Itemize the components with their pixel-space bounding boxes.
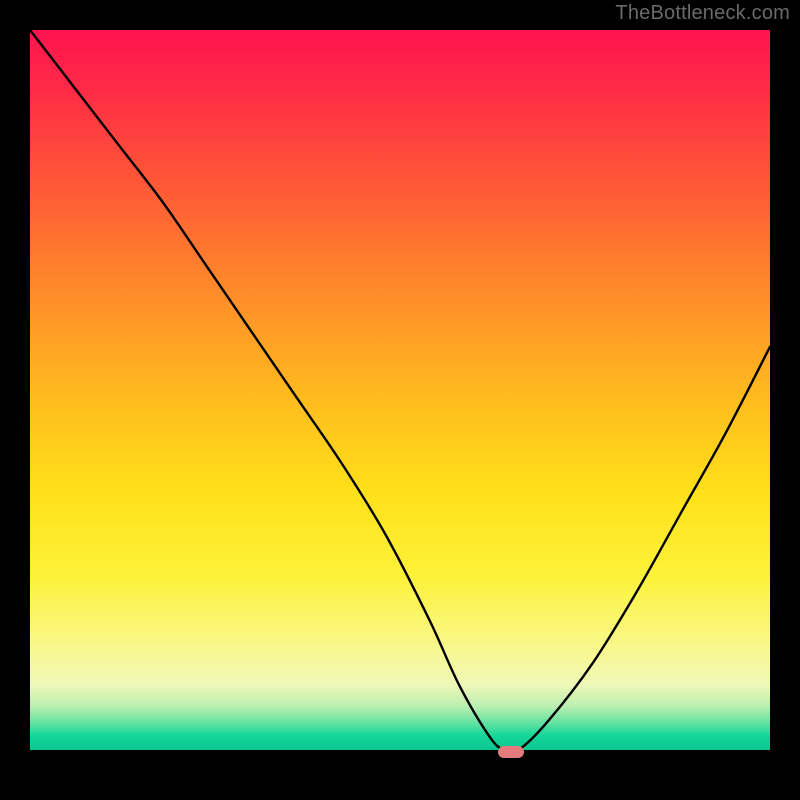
optimal-point-marker: [498, 746, 524, 758]
watermark-text: TheBottleneck.com: [615, 2, 790, 25]
plot-area: [30, 30, 770, 770]
bottleneck-curve-path: [30, 30, 770, 753]
chart-container: TheBottleneck.com: [0, 0, 800, 800]
curve-svg: [30, 30, 770, 770]
